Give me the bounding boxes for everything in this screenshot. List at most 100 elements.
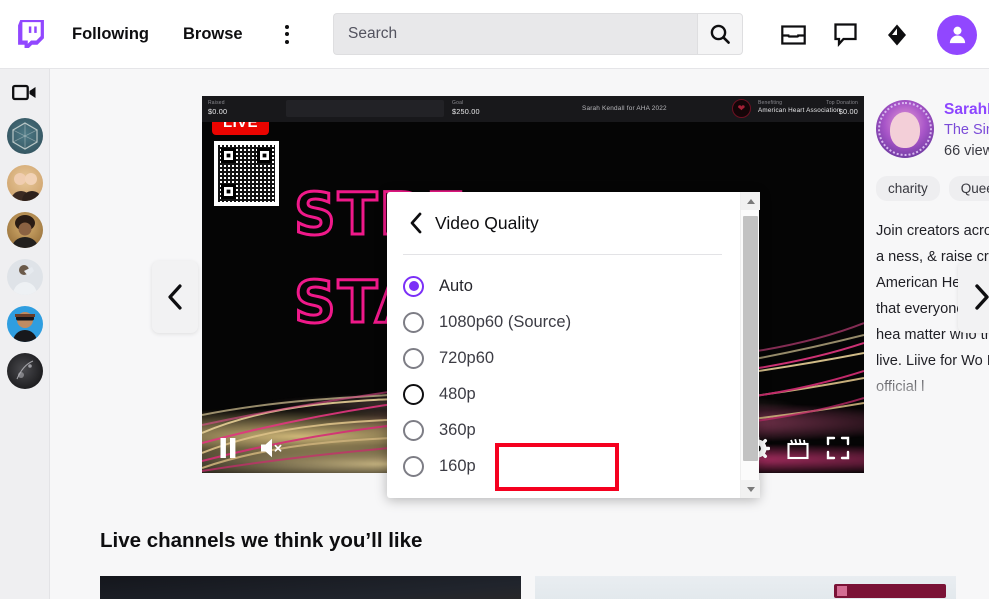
more-vertical-icon[interactable] <box>273 20 301 48</box>
quality-option-label: 480p <box>439 384 476 403</box>
chevron-left-icon <box>167 284 182 310</box>
donation-progress-bar <box>286 100 444 117</box>
kebab-dot <box>284 24 289 29</box>
card-thumbnail <box>100 576 521 599</box>
volume-muted-icon[interactable] <box>258 436 288 460</box>
quality-option-1080p60[interactable]: 1080p60 (Source) <box>387 304 740 340</box>
video-camera-icon[interactable] <box>11 79 39 105</box>
quality-option-label: 160p <box>439 456 476 475</box>
charity-seal-icon: ❤ <box>732 99 751 118</box>
scroll-up-arrow-icon[interactable] <box>741 192 760 210</box>
quality-option-auto[interactable]: Auto <box>387 268 740 304</box>
radio-button-1080p60[interactable] <box>403 311 424 333</box>
chevron-right-icon <box>974 284 989 310</box>
search-input[interactable]: Search <box>333 13 697 55</box>
fullscreen-icon[interactable] <box>826 436 850 460</box>
raised-value: $0.00 <box>208 106 228 116</box>
search-area: Search <box>333 13 743 55</box>
quality-menu-header: Video Quality <box>387 206 740 240</box>
twitch-page: Following Browse Search STRE LIVE Raised… <box>0 0 989 599</box>
donation-overlay-bar: Raised $0.00 Goal $250.00 Sarah Kendall … <box>202 96 864 122</box>
search-button[interactable] <box>697 13 743 55</box>
pause-icon[interactable] <box>216 436 240 460</box>
nav-link-browse[interactable]: Browse <box>173 19 253 50</box>
radio-button-160p[interactable] <box>403 455 424 477</box>
sidebar-channel-4[interactable] <box>6 259 43 295</box>
video-quality-menu[interactable]: Video Quality Auto 1080p60 (Source) 720p… <box>387 192 760 498</box>
nav-right-icons <box>779 0 977 69</box>
sidebar-channel-3[interactable] <box>6 212 43 248</box>
quality-menu-body: Video Quality Auto 1080p60 (Source) 720p… <box>387 192 740 498</box>
quality-menu-title: Video Quality <box>435 212 539 233</box>
radio-button-360p[interactable] <box>403 419 424 441</box>
radio-button-auto[interactable] <box>403 275 424 297</box>
recommended-section: Live channels we think you’ll like LIVE … <box>100 529 989 599</box>
tag-queer[interactable]: Queer <box>948 176 989 202</box>
main-content: STRE START LIVE Raised $0.00 <box>50 69 989 599</box>
kebab-dot <box>284 39 289 44</box>
qr-eye <box>221 148 236 163</box>
scrollbar-thumb[interactable] <box>743 216 758 461</box>
quality-option-160p[interactable]: 160p <box>387 448 740 484</box>
qr-eye <box>257 148 272 163</box>
carousel-next-button[interactable] <box>958 261 989 333</box>
quality-option-label: 1080p60 (Source) <box>439 312 572 331</box>
top-navigation-bar: Following Browse Search <box>0 0 989 69</box>
quality-option-360p[interactable]: 360p <box>387 412 740 448</box>
scroll-down-arrow-icon[interactable] <box>741 480 760 498</box>
triangle-down <box>746 486 755 492</box>
quality-option-480p[interactable]: 480p <box>387 376 740 412</box>
whispers-icon[interactable] <box>831 21 859 49</box>
raised-stat: Raised $0.00 <box>208 100 227 117</box>
quality-menu-back-button[interactable] <box>403 210 429 236</box>
sidebar-channel-6[interactable] <box>6 353 43 389</box>
sidebar-channel-5[interactable] <box>6 306 43 342</box>
quality-option-label: 360p <box>439 420 476 439</box>
stream-tags: charity Queer <box>876 176 989 202</box>
chevron-left-icon <box>410 212 422 234</box>
quality-option-label: 720p60 <box>439 348 495 367</box>
streamer-avatar[interactable] <box>876 100 934 158</box>
carousel-prev-button[interactable] <box>152 261 198 333</box>
quality-options-list: Auto 1080p60 (Source) 720p60 480p 360p 1… <box>387 255 740 484</box>
recommended-card-2[interactable]: LIVE <box>535 576 956 599</box>
sidebar-channel-2[interactable] <box>6 165 43 201</box>
triangle-up <box>746 198 755 204</box>
qr-code-overlay <box>214 141 279 206</box>
top-donation-label: Top Donation <box>826 100 858 106</box>
qr-eye <box>221 184 236 199</box>
nav-link-following[interactable]: Following <box>62 19 159 50</box>
card-overlay-pill <box>834 584 946 598</box>
goal-value: $250.00 <box>452 106 480 116</box>
top-donation-value: $0.00 <box>838 106 858 116</box>
quality-option-720p60[interactable]: 720p60 <box>387 340 740 376</box>
campaign-name: Sarah Kendall for AHA 2022 <box>582 105 667 112</box>
stream-info-header: SarahKenda The Sims 4 66 viewers <box>876 96 989 162</box>
user-avatar-icon[interactable] <box>937 14 977 55</box>
raised-label: Raised <box>208 100 225 106</box>
quality-menu-scrollbar[interactable] <box>740 192 760 498</box>
left-sidebar <box>0 69 50 599</box>
goal-label: Goal <box>452 100 464 106</box>
recommended-card-1[interactable]: LIVE <box>100 576 521 599</box>
tag-charity[interactable]: charity <box>876 176 940 202</box>
radio-button-480p[interactable] <box>403 383 424 405</box>
goal-stat: Goal $250.00 <box>452 100 480 117</box>
game-category-link[interactable]: The Sims 4 <box>944 120 989 141</box>
featured-carousel: STRE START LIVE Raised $0.00 <box>100 88 989 498</box>
clip-icon[interactable] <box>786 437 810 460</box>
radio-button-720p60[interactable] <box>403 347 424 369</box>
kebab-dot <box>284 32 289 36</box>
top-donation-stat: Top Donation $0.00 <box>826 100 858 117</box>
inbox-icon[interactable] <box>779 21 807 49</box>
viewer-count: 66 viewers <box>944 143 989 160</box>
twitch-logo-icon[interactable] <box>14 17 48 51</box>
prime-loot-icon[interactable] <box>883 21 911 49</box>
avatar-face <box>890 112 920 148</box>
sidebar-channel-1[interactable] <box>6 118 43 154</box>
recommended-cards: LIVE LIVE <box>100 576 989 599</box>
search-icon <box>710 24 730 44</box>
stream-info-text: SarahKenda The Sims 4 66 viewers <box>944 100 989 162</box>
channel-name-link[interactable]: SarahKenda <box>944 100 989 120</box>
section-heading: Live channels we think you’ll like <box>100 529 423 552</box>
